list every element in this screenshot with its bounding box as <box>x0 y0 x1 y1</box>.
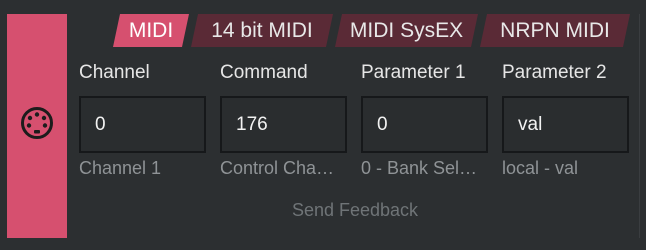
command-input[interactable] <box>220 96 347 153</box>
tab-midi[interactable]: MIDI <box>113 14 189 47</box>
send-feedback-button[interactable]: Send Feedback <box>270 200 440 221</box>
tab-midi-label: MIDI <box>128 18 174 42</box>
parameter-2-input[interactable] <box>502 96 629 153</box>
tab-nrpn-midi-label: NRPN MIDI <box>500 18 610 42</box>
parameter-1-description: 0 - Bank Sel… <box>361 158 478 178</box>
tab-14-bit-midi[interactable]: 14 bit MIDI <box>191 14 333 47</box>
tab-14-bit-midi-label: 14 bit MIDI <box>211 18 313 42</box>
channel-input[interactable] <box>79 96 206 153</box>
parameter-1-input[interactable] <box>361 96 488 153</box>
command-label: Command <box>220 62 308 83</box>
midi-action-panel: MIDI 14 bit MIDI MIDI SysEX NRPN MIDI Ch… <box>0 0 646 250</box>
command-description: Control Cha… <box>220 158 335 178</box>
channel-description: Channel 1 <box>79 158 162 178</box>
midi-din-connector-icon <box>21 107 53 139</box>
protocol-tabs: MIDI 14 bit MIDI MIDI SysEX NRPN MIDI <box>113 14 633 47</box>
parameter-1-label: Parameter 1 <box>361 62 466 83</box>
side-accent-strip <box>7 14 67 238</box>
tab-midi-sysex-label: MIDI SysEX <box>349 18 464 42</box>
tab-nrpn-midi[interactable]: NRPN MIDI <box>480 14 630 47</box>
channel-label: Channel <box>79 62 150 83</box>
parameter-2-label: Parameter 2 <box>502 62 607 83</box>
tab-midi-sysex[interactable]: MIDI SysEX <box>335 14 478 47</box>
parameter-2-description: local - val <box>502 158 579 178</box>
